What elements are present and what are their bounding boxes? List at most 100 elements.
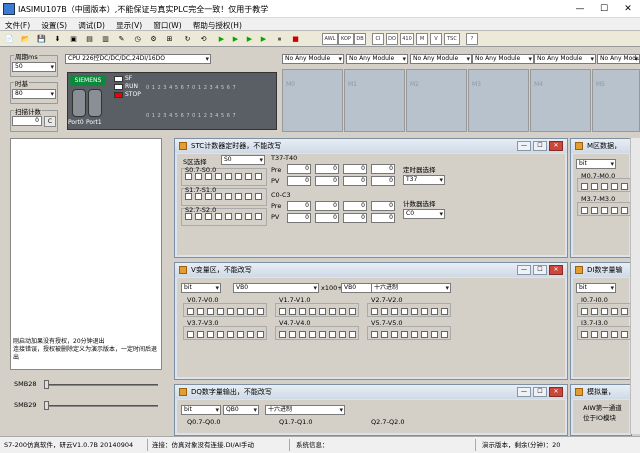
- module-select-0[interactable]: No Any Module: [282, 54, 344, 64]
- q1-label: Q1.7-Q1.0: [279, 418, 313, 426]
- timebase-select[interactable]: 80: [12, 89, 56, 99]
- menu-help[interactable]: 帮助与授权(H): [188, 18, 246, 31]
- v-minimize-button[interactable]: —: [517, 265, 531, 275]
- cpu-model-select[interactable]: CPU 226控DC/DC/DC,24DI/16DO: [65, 54, 211, 64]
- v2-group: [367, 303, 451, 317]
- cpu-module[interactable]: SIEMENS SF RUN STOP 0 1 2 3 4 5 6 7 0 1 …: [67, 72, 277, 130]
- dq-radix-select[interactable]: 十六进制: [265, 405, 345, 415]
- wand-icon[interactable]: ✎: [116, 34, 127, 44]
- s-select-label: S区选择: [183, 158, 207, 166]
- step-icon[interactable]: ▶: [230, 34, 241, 44]
- menu-window[interactable]: 窗口(W): [148, 18, 185, 31]
- dq-close-button[interactable]: ✕: [549, 387, 563, 397]
- minimize-button[interactable]: —: [568, 2, 592, 16]
- t-pre-3: 0: [371, 164, 395, 174]
- menu-file[interactable]: 文件(F): [0, 18, 34, 31]
- run-icon[interactable]: ▶: [216, 34, 227, 44]
- network-icon[interactable]: ⊞: [164, 34, 175, 44]
- folder-icon[interactable]: ▣: [68, 34, 79, 44]
- module-slot-5[interactable]: M5: [592, 69, 640, 132]
- s-select[interactable]: S0: [221, 155, 265, 165]
- v-radix-select[interactable]: 十六进制: [371, 283, 451, 293]
- bit-checkbox: [339, 331, 346, 338]
- open-icon[interactable]: 📂: [20, 34, 31, 44]
- dq-minimize-button[interactable]: —: [517, 387, 531, 397]
- menu-debug[interactable]: 调试(D): [73, 18, 109, 31]
- v-format-select[interactable]: bit: [181, 283, 221, 293]
- v-button[interactable]: V: [430, 33, 442, 45]
- module-slot-3[interactable]: M3: [468, 69, 529, 132]
- module-select-2[interactable]: No Any Module: [410, 54, 472, 64]
- stop-icon[interactable]: ■: [290, 34, 301, 44]
- reset-icon[interactable]: ⟲: [198, 34, 209, 44]
- settings-icon[interactable]: ⚙: [148, 34, 159, 44]
- do-button[interactable]: DO: [386, 33, 398, 45]
- save-icon[interactable]: 💾: [36, 34, 47, 44]
- stc-close-button[interactable]: ✕: [549, 141, 563, 151]
- dq-address-select[interactable]: QB0: [223, 405, 259, 415]
- v-address-select-a[interactable]: VB0: [233, 283, 319, 293]
- v-title-text: V变量区，不能改写: [191, 266, 252, 274]
- smb28-track[interactable]: [46, 384, 158, 386]
- q2-label: Q2.7-Q2.0: [371, 418, 405, 426]
- awl-button[interactable]: AWL: [322, 33, 338, 45]
- v-close-button[interactable]: ✕: [549, 265, 563, 275]
- run-to-icon[interactable]: ▶: [244, 34, 255, 44]
- smb29-track[interactable]: [46, 405, 158, 407]
- clock-icon[interactable]: ◷: [132, 34, 143, 44]
- module-slot-1[interactable]: M1: [344, 69, 405, 132]
- a10-button[interactable]: 410: [400, 33, 414, 45]
- m-button[interactable]: M: [416, 33, 428, 45]
- bit-checkbox: [421, 331, 428, 338]
- db-button[interactable]: DB: [354, 33, 366, 45]
- module-select-4[interactable]: No Any Module: [534, 54, 596, 64]
- stc-minimize-button[interactable]: —: [517, 141, 531, 151]
- bit-checkbox: [205, 213, 212, 220]
- new-icon[interactable]: 📄: [4, 34, 15, 44]
- stc-maximize-button[interactable]: ☐: [533, 141, 547, 151]
- maximize-button[interactable]: ☐: [592, 2, 616, 16]
- download-icon[interactable]: ⬇: [52, 34, 63, 44]
- input-io-row[interactable]: 0 1 2 3 4 5 6 7 0 1 2 3 4 5 6 7: [146, 85, 236, 91]
- bit-checkbox: [411, 331, 418, 338]
- scan-clear-button[interactable]: C: [44, 116, 56, 127]
- m-format-select[interactable]: bit: [576, 159, 616, 169]
- v-maximize-button[interactable]: ☐: [533, 265, 547, 275]
- pause-icon[interactable]: ⏸: [274, 34, 285, 44]
- bit-checkbox: [289, 331, 296, 338]
- menu-settings[interactable]: 设置(S): [36, 18, 71, 31]
- bit-checkbox: [621, 183, 628, 190]
- print-icon[interactable]: ▥: [100, 34, 111, 44]
- window-icon: [575, 142, 583, 150]
- bit-checkbox: [195, 193, 202, 200]
- ci-button[interactable]: CI: [372, 33, 384, 45]
- tsc-button[interactable]: TSC: [444, 33, 460, 45]
- i3-group: [577, 326, 631, 340]
- refresh-icon[interactable]: ↻: [182, 34, 193, 44]
- dq-maximize-button[interactable]: ☐: [533, 387, 547, 397]
- module-select-3[interactable]: No Any Module: [472, 54, 534, 64]
- step-over-icon[interactable]: ▶: [258, 34, 269, 44]
- module-slot-0[interactable]: M0: [282, 69, 343, 132]
- counter-select[interactable]: C0: [403, 209, 445, 219]
- module-select-5[interactable]: No Any Module: [597, 54, 640, 64]
- bit-checkbox: [299, 331, 306, 338]
- window-icon: [575, 266, 583, 274]
- close-button[interactable]: ✕: [616, 2, 640, 16]
- t-pre-0: 0: [287, 164, 311, 174]
- dq-window: DQ数字量输出，不能改写 —☐✕ bit QB0 十六进制 Q0.7-Q0.0 …: [174, 384, 568, 436]
- vertical-scrollbar[interactable]: [630, 138, 640, 434]
- kop-button[interactable]: KOP: [338, 33, 354, 45]
- help-button[interactable]: ?: [466, 33, 478, 45]
- di-format-select[interactable]: bit: [576, 283, 616, 293]
- smb29-knob[interactable]: [44, 401, 49, 410]
- dq-format-select[interactable]: bit: [181, 405, 221, 415]
- module-select-1[interactable]: No Any Module: [346, 54, 408, 64]
- module-slot-4[interactable]: M4: [530, 69, 591, 132]
- cycle-select[interactable]: 50: [12, 62, 56, 72]
- module-slot-2[interactable]: M2: [406, 69, 467, 132]
- timer-select[interactable]: T37: [403, 175, 445, 185]
- smb28-knob[interactable]: [44, 380, 49, 389]
- disk-icon[interactable]: ▤: [84, 34, 95, 44]
- menu-view[interactable]: 显示(V): [111, 18, 146, 31]
